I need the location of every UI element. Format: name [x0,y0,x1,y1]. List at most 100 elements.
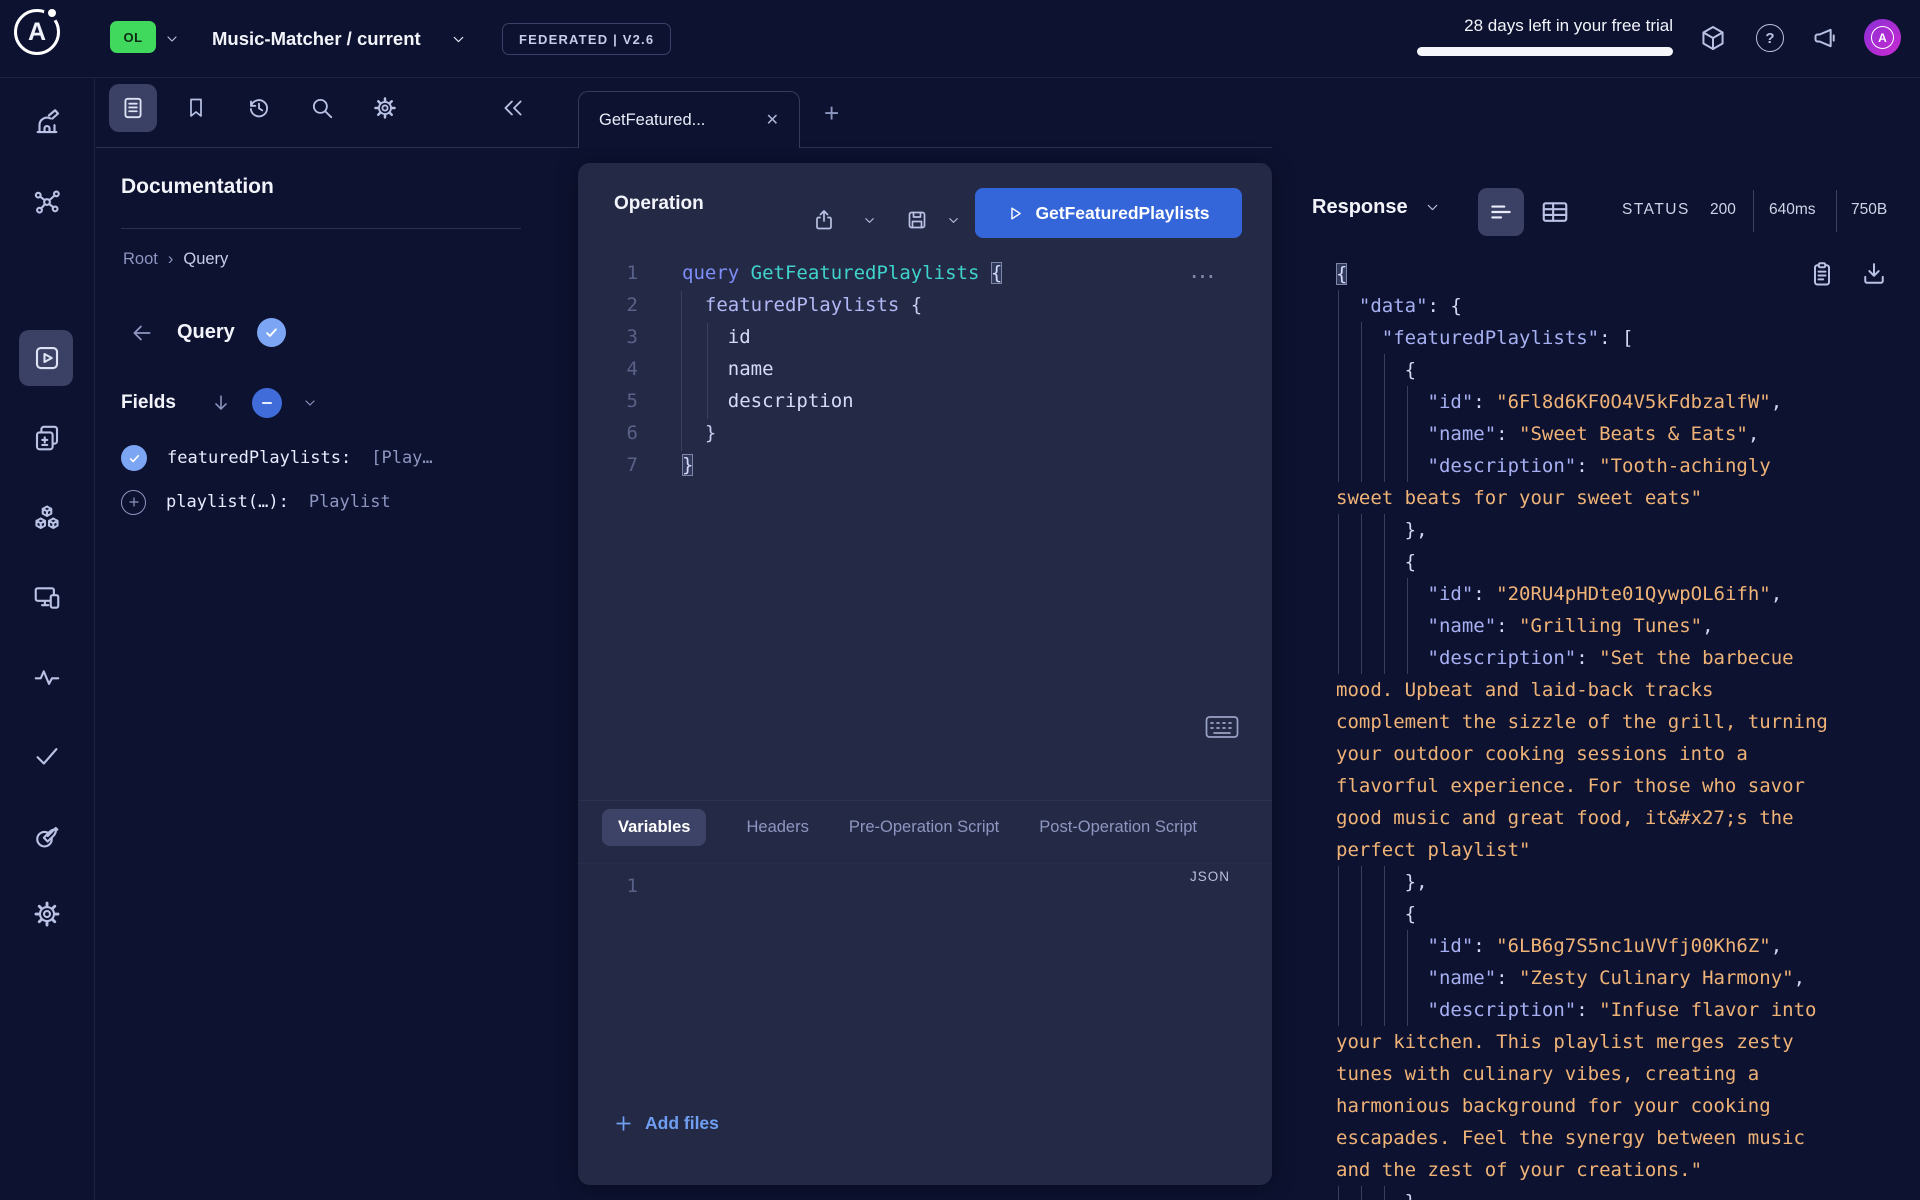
line-number: 4 [578,353,638,385]
nav-clients-devices-icon[interactable] [31,581,63,613]
nav-checks-icon[interactable] [31,740,63,772]
indent-guide [707,323,708,419]
left-nav-sidebar [0,78,95,1200]
graphos-cube-icon[interactable] [1697,22,1729,54]
field-type: [Play… [371,448,432,468]
response-panel-title: Response [1312,196,1408,219]
response-json-line: "name": "Sweet Beats & Eats", [1336,418,1920,450]
nav-changelog-icon[interactable] [31,422,63,454]
status-divider [1753,190,1754,232]
response-json-line: and the zest of your creations." [1336,1154,1920,1186]
field-add-plus-icon[interactable] [121,490,146,515]
table-view-toggle[interactable] [1540,197,1570,227]
announcements-megaphone-icon[interactable] [1810,22,1842,54]
deselect-all-minus-icon[interactable] [252,388,282,418]
nav-home-observatory-icon[interactable] [31,106,63,138]
bottom-tab-pre-operation-script[interactable]: Pre-Operation Script [849,818,999,837]
table-view-icon [1540,197,1570,227]
nav-explorer-icon[interactable] [31,342,63,374]
response-dropdown[interactable]: Response [1312,196,1441,219]
breadcrumb-root-link[interactable]: Root [123,250,158,269]
bottom-tab-post-operation-script[interactable]: Post-Operation Script [1039,818,1197,837]
nav-insights-pulse-icon[interactable] [31,661,63,693]
user-avatar[interactable]: A [1864,19,1901,56]
bookmarks-tab-icon[interactable] [181,93,211,123]
response-json-line: "data": { [1336,290,1920,322]
fields-sort-arrow-icon[interactable] [210,392,232,414]
search-tab-icon[interactable] [307,93,337,123]
help-icon[interactable]: ? [1754,22,1786,54]
collapse-panel-icon[interactable] [498,93,528,123]
response-json-line: your outdoor cooking sessions into a [1336,738,1920,770]
response-json-line: }, [1336,514,1920,546]
keyboard-shortcuts-icon[interactable] [1205,714,1239,740]
tab-close-icon[interactable]: ✕ [766,110,779,130]
operation-editor[interactable]: 1query GetFeaturedPlaylists {2 featuredP… [578,257,1272,481]
save-icon[interactable] [904,207,930,233]
editor-line: 4 name [578,353,1272,385]
breadcrumb-current[interactable]: Query [183,250,228,269]
top-bar: A OL Music-Matcher / current FEDERATED |… [0,0,1920,78]
org-badge[interactable]: OL [110,21,156,53]
response-json-line: }, [1336,866,1920,898]
add-files-label: Add files [645,1113,719,1134]
type-selected-check-icon[interactable] [257,318,286,347]
response-json-line: { [1336,258,1920,290]
operation-panel-title: Operation [614,193,704,215]
field-row[interactable]: playlist(…): Playlist [121,480,571,524]
fields-header-row: Fields [121,388,318,418]
explorer-settings-gear-icon[interactable] [370,93,400,123]
response-chevron-down-icon [1424,199,1441,216]
history-tab-icon[interactable] [244,93,274,123]
response-json-line: { [1336,546,1920,578]
nav-settings-gear-icon[interactable] [31,898,63,930]
field-row[interactable]: featuredPlaylists: [Play… [121,436,571,480]
save-chevron-down-icon[interactable] [940,207,966,233]
new-tab-button[interactable]: + [824,98,839,129]
add-files-button[interactable]: Add files [614,1113,719,1134]
editor-line: 6 } [578,417,1272,449]
response-json-line: perfect playlist" [1336,834,1920,866]
share-chevron-down-icon[interactable] [856,207,882,233]
bottom-tab-bar: Variables Headers Pre-Operation Script Post… [602,804,1268,850]
operation-tab[interactable]: GetFeatured... ✕ [578,91,800,148]
nav-schema-graph-icon[interactable] [31,186,63,218]
line-number: 6 [578,417,638,449]
raw-view-toggle[interactable] [1478,188,1524,236]
response-json-line: "description": "Infuse flavor into [1336,994,1920,1026]
documentation-panel: Documentation Root › Query Query Fields [96,78,578,1200]
bottom-tab-variables[interactable]: Variables [602,809,706,846]
nav-launches-rocket-icon[interactable] [31,820,63,852]
latency-value: 640ms [1769,201,1816,219]
back-arrow-icon[interactable] [129,320,155,346]
indent-guide [681,291,682,451]
breadcrumb-separator: › [168,250,174,269]
field-selected-check-icon[interactable] [121,445,147,471]
response-json-line: { [1336,354,1920,386]
share-icon[interactable] [811,207,837,233]
editor-line: 2 featuredPlaylists { [578,289,1272,321]
org-chevron-down-icon[interactable] [164,31,180,47]
nav-subgraphs-cubes-icon[interactable] [31,502,63,534]
fields-heading: Fields [121,392,176,414]
bottom-tab-headers[interactable]: Headers [746,818,808,837]
run-button-label: GetFeaturedPlaylists [1035,203,1209,224]
editor-line: 1query GetFeaturedPlaylists { [578,257,1272,289]
response-json-lines: { "data": { "featuredPlaylists": [ { "id… [1336,258,1920,1200]
response-json-line: flavorful experience. For those who savo… [1336,770,1920,802]
run-operation-button[interactable]: GetFeaturedPlaylists [975,188,1242,238]
response-json-line: mood. Upbeat and laid-back tracks [1336,674,1920,706]
fields-chevron-down-icon[interactable] [302,395,318,411]
field-name: playlist(…): [166,492,289,512]
graph-chevron-down-icon[interactable] [450,31,467,48]
response-panel: Response STATUS 200 640ms 750B [1300,78,1920,1200]
graph-title[interactable]: Music-Matcher / current [212,0,421,78]
editor-line: 7} [578,449,1272,481]
line-number: 1 [578,257,638,289]
documentation-tab-icon[interactable] [118,93,148,123]
variables-line-number: 1 [578,875,638,897]
editor-bottom-divider [578,800,1272,801]
trial-countdown-label: 28 days left in your free trial [1464,16,1673,36]
response-json-line: { [1336,898,1920,930]
variant-badge[interactable]: FEDERATED | V2.6 [502,23,671,55]
